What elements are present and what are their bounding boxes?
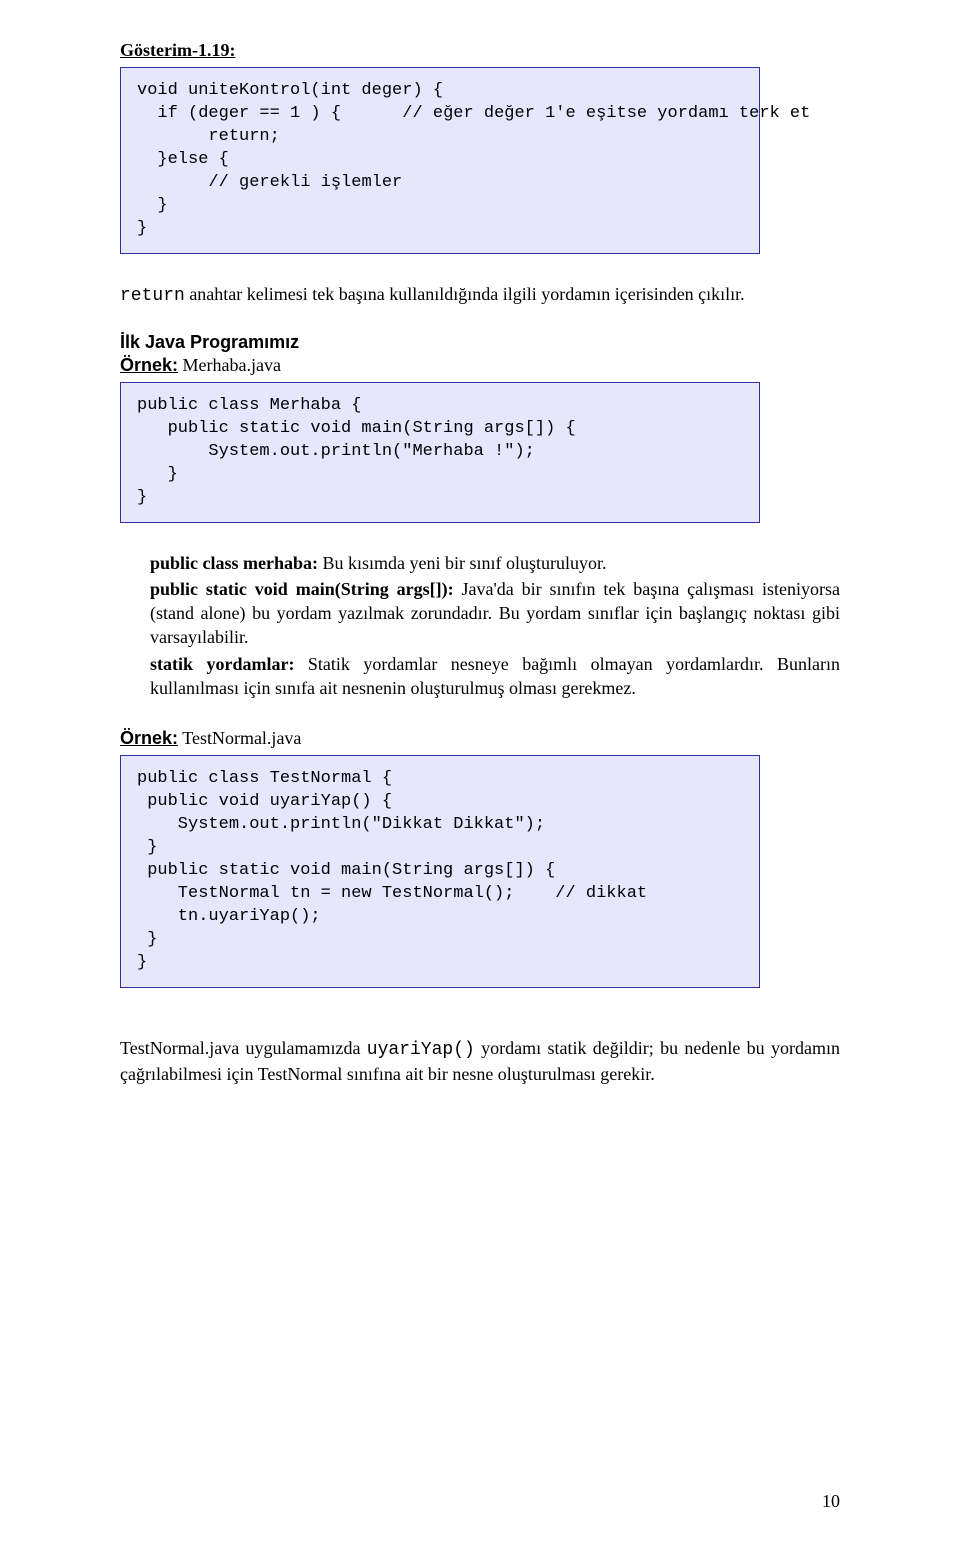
paragraph-testnormal: TestNormal.java uygulamamızda uyariYap()… <box>120 1036 840 1087</box>
example-label-text: Örnek: <box>120 728 178 748</box>
code-line: tn.uyariYap(); <box>137 907 321 926</box>
text: TestNormal.java uygulamamızda <box>120 1038 367 1058</box>
code-line: } <box>137 196 168 215</box>
explanation-line: public class merhaba: Bu kısımda yeni bi… <box>150 551 840 575</box>
section-title: İlk Java Programımız <box>120 332 840 353</box>
code-line: if (deger == 1 ) { <box>137 104 341 123</box>
code-line: public class TestNormal { <box>137 769 392 788</box>
page-number: 10 <box>822 1491 840 1512</box>
example-filename: TestNormal.java <box>182 728 301 748</box>
code-line: void uniteKontrol(int deger) { <box>137 81 443 100</box>
bold-term: public class merhaba: <box>150 553 318 573</box>
explanation-line: statik yordamlar: Statik yordamlar nesne… <box>150 652 840 701</box>
code-line: System.out.println("Dikkat Dikkat"); <box>137 815 545 834</box>
inline-code: return <box>120 286 185 306</box>
example-label-merhaba: Örnek: Merhaba.java <box>120 355 840 376</box>
code-line: public void uyariYap() { <box>137 792 392 811</box>
code-box-1: void uniteKontrol(int deger) { if (deger… <box>120 67 760 254</box>
inline-code: uyariYap() <box>367 1040 475 1060</box>
code-line: TestNormal tn = new TestNormal(); <box>137 884 514 903</box>
example-label-text: Örnek: <box>120 355 178 375</box>
code-line: } <box>137 953 147 972</box>
bold-term: public static void main(String args[]): <box>150 579 454 599</box>
text: anahtar kelimesi tek başına kullanıldığı… <box>185 284 745 304</box>
bold-term: statik yordamlar: <box>150 654 294 674</box>
code-box-2: public class Merhaba { public static voi… <box>120 382 760 523</box>
code-line <box>137 173 208 192</box>
code-line: return; <box>137 127 280 146</box>
code-box-3: public class TestNormal { public void uy… <box>120 755 760 987</box>
listing-heading: Gösterim-1.19: <box>120 40 840 61</box>
code-comment: // eğer değer 1'e eşitse yordamı terk et <box>402 104 810 123</box>
code-line: } <box>137 930 157 949</box>
code-line: } <box>137 838 157 857</box>
text: Bu kısımda yeni bir sınıf oluşturuluyor. <box>318 553 607 573</box>
paragraph-return-keyword: return anahtar kelimesi tek başına kulla… <box>120 282 840 308</box>
explanation-line: public static void main(String args[]): … <box>150 577 840 650</box>
example-filename: Merhaba.java <box>183 355 281 375</box>
code-line: } <box>137 219 147 238</box>
example-label-testnormal: Örnek: TestNormal.java <box>120 728 840 749</box>
explanation-block: public class merhaba: Bu kısımda yeni bi… <box>120 551 840 701</box>
code-line: public static void main(String args[]) { <box>137 861 555 880</box>
code-line: }else { <box>137 150 229 169</box>
code-comment: // dikkat <box>555 884 647 903</box>
code-comment: // gerekli işlemler <box>208 173 402 192</box>
